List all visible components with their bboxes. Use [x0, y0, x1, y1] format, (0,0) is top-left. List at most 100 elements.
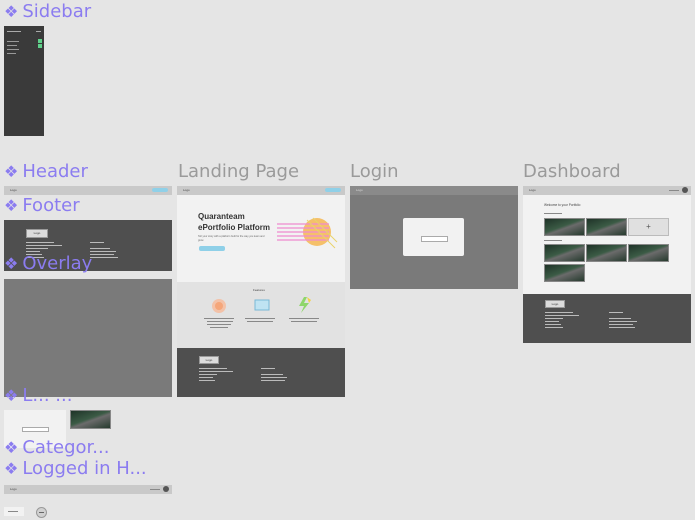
- avatar-dash-icon: [39, 512, 44, 513]
- footer-line: [609, 321, 637, 322]
- dashboard-header-logo: Logo: [529, 188, 536, 192]
- add-portfolio-icon[interactable]: +: [628, 218, 669, 236]
- header-login-button[interactable]: [152, 188, 168, 192]
- header-logo: Logo: [10, 188, 17, 192]
- footer-line: [545, 312, 573, 313]
- dashboard-footer: Logo: [523, 294, 691, 343]
- component-icon: ❖: [4, 386, 19, 405]
- footer-line: [26, 248, 48, 249]
- component-label-overlay[interactable]: ❖ Overlay: [4, 254, 92, 274]
- header-frame[interactable]: Logo: [4, 186, 172, 195]
- footer-line: [609, 324, 633, 325]
- component-icon: ❖: [4, 162, 19, 181]
- login-header: Logo: [350, 186, 518, 195]
- user-name-line: [150, 489, 160, 490]
- feature-text-line: [204, 318, 234, 319]
- landing-footer-logo: Logo: [199, 356, 219, 364]
- user-name-line: [669, 190, 679, 191]
- feature-2-icon: [254, 299, 270, 311]
- dashboard-frame[interactable]: Logo Welcome to your Portfolio + Logo: [523, 186, 691, 343]
- component-label-footer[interactable]: ❖ Footer: [4, 196, 80, 216]
- component-icon: ❖: [4, 254, 19, 273]
- portfolio-thumbnail[interactable]: [544, 218, 585, 236]
- avatar[interactable]: [682, 187, 688, 193]
- footer-line: [261, 374, 283, 375]
- feature-text-line: [207, 321, 233, 322]
- landing-login-button[interactable]: [325, 188, 341, 192]
- frame-label-login[interactable]: Login: [350, 162, 399, 182]
- logged-in-header-frame[interactable]: Logo: [4, 485, 172, 494]
- footer-line: [545, 315, 579, 316]
- footer-line: [199, 368, 227, 369]
- footer-line: [261, 380, 285, 381]
- category-thumbnail[interactable]: [70, 410, 111, 429]
- portfolio-thumbnail[interactable]: [544, 244, 585, 262]
- footer-logo: Logo: [26, 229, 48, 238]
- component-icon: ❖: [4, 196, 19, 215]
- footer-line: [545, 324, 561, 325]
- feature-3-icon: [299, 297, 311, 313]
- sidebar-line: [7, 45, 17, 46]
- footer-line: [609, 312, 623, 313]
- footer-line: [199, 374, 217, 375]
- feature-1-icon: [212, 299, 226, 313]
- feature-text-line: [245, 318, 275, 319]
- sidebar-line: [7, 49, 19, 50]
- hero-cta-button[interactable]: [199, 246, 225, 251]
- component-label-sidebar[interactable]: ❖ Sidebar: [4, 2, 91, 22]
- footer-line: [90, 248, 110, 249]
- feature-text-line: [289, 318, 319, 319]
- footer-line: [261, 377, 287, 378]
- frame-label-landing[interactable]: Landing Page: [178, 162, 299, 182]
- footer-line: [90, 254, 114, 255]
- component-label-category[interactable]: ❖ Categor...: [4, 438, 109, 458]
- component-label-logged-in-header[interactable]: ❖ Logged in H...: [4, 459, 147, 479]
- sidebar-frame[interactable]: [4, 26, 44, 136]
- toggle-icon: [38, 44, 42, 48]
- dashboard-footer-logo: Logo: [545, 300, 565, 308]
- logged-in-header-logo: Logo: [10, 487, 17, 491]
- overlay-frame[interactable]: [4, 279, 172, 397]
- footer-line: [261, 368, 275, 369]
- landing-header: Logo: [177, 186, 345, 195]
- login-card-button[interactable]: [22, 427, 49, 432]
- portfolio-thumbnail[interactable]: [586, 218, 627, 236]
- landing-header-logo: Logo: [183, 188, 190, 192]
- small-button-component[interactable]: [4, 507, 24, 516]
- component-icon: ❖: [4, 438, 19, 457]
- small-button-line: [8, 511, 18, 512]
- footer-line: [90, 257, 118, 258]
- sidebar-line: [7, 31, 21, 32]
- feature-text-line: [210, 327, 228, 328]
- sidebar-line: [7, 53, 16, 54]
- footer-line: [199, 377, 213, 378]
- component-label-header[interactable]: ❖ Header: [4, 162, 88, 182]
- portfolio-thumbnail[interactable]: [586, 244, 627, 262]
- dashboard-header: Logo: [523, 186, 691, 195]
- landing-footer: Logo: [177, 348, 345, 397]
- footer-line: [545, 321, 559, 322]
- avatar-component[interactable]: [36, 507, 47, 518]
- toggle-icon: [38, 39, 42, 43]
- features-section: Features: [177, 282, 345, 348]
- landing-frame[interactable]: Logo Quaranteam ePortfolio Platform Tell…: [177, 186, 345, 397]
- hero-title: Quaranteam ePortfolio Platform: [198, 212, 271, 232]
- footer-line: [26, 251, 40, 252]
- section-label-line: [544, 240, 562, 241]
- login-modal[interactable]: [403, 218, 464, 256]
- login-header-logo: Logo: [356, 188, 363, 192]
- login-modal-button[interactable]: [421, 236, 448, 242]
- component-label-truncated[interactable]: ❖ L... ...: [4, 386, 72, 406]
- component-icon: ❖: [4, 459, 19, 478]
- portfolio-thumbnail[interactable]: [544, 264, 585, 282]
- login-frame[interactable]: Logo: [350, 186, 518, 289]
- avatar[interactable]: [163, 486, 169, 492]
- sidebar-line: [36, 31, 41, 32]
- footer-line: [609, 327, 635, 328]
- section-label-line: [544, 213, 562, 214]
- footer-line: [609, 318, 631, 319]
- sidebar-line: [7, 41, 19, 42]
- frame-label-dashboard[interactable]: Dashboard: [523, 162, 621, 182]
- features-title: Features: [253, 288, 265, 292]
- portfolio-thumbnail[interactable]: [628, 244, 669, 262]
